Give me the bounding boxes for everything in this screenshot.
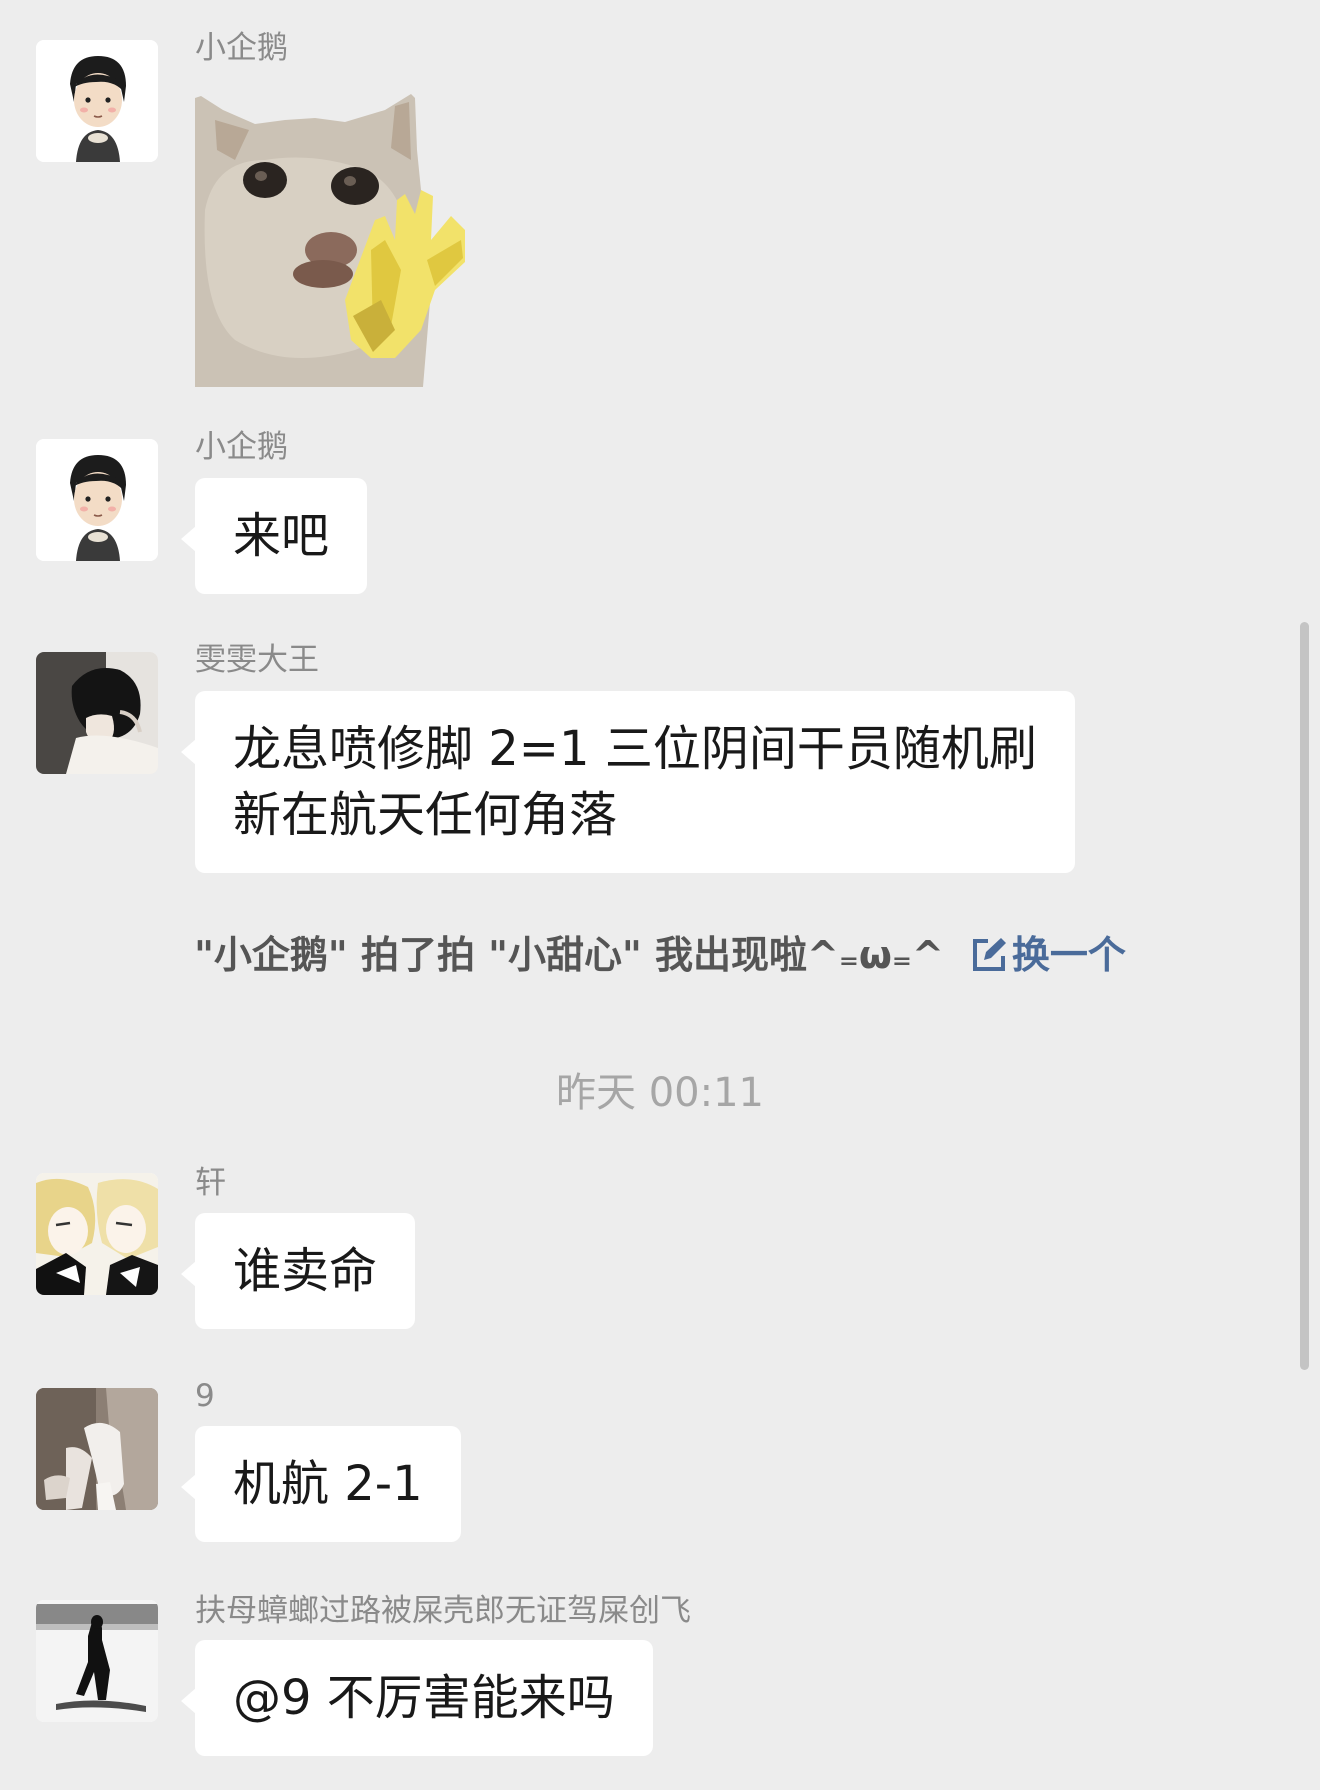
avatar-xuan[interactable] [36, 1173, 158, 1295]
message-text-line: 龙息喷修脚 2=1 三位阴间干员随机刷 [233, 721, 1037, 777]
avatar-xiaoqie-2[interactable] [36, 439, 158, 561]
message-bubble[interactable]: 来吧 [180, 478, 368, 594]
message-text: 来吧 [233, 508, 330, 564]
change-pat-button[interactable]: 换一个 [970, 933, 1126, 977]
edit-icon [970, 931, 1008, 991]
message-bubble[interactable]: 机航 2-1 [181, 1426, 461, 1542]
avatar-nine[interactable] [36, 1388, 158, 1510]
pat-notice-text: "小企鹅" 拍了拍 "小甜心" 我出现啦^₌ω₌^ [194, 933, 944, 977]
message-text-line: 新在航天任何角落 [233, 787, 618, 843]
change-pat-label: 换一个 [1011, 933, 1126, 977]
message-bubble[interactable]: @9 不厉害能来吗 [181, 1640, 653, 1756]
message-text: 谁卖命 [233, 1243, 378, 1299]
sender-name: 扶母蟑螂过路被屎壳郎无证驾屎创飞 [195, 1593, 691, 1629]
pat-notice: "小企鹅" 拍了拍 "小甜心" 我出现啦^₌ω₌^ 换一个 [0, 925, 1320, 991]
sender-name: 轩 [195, 1165, 226, 1201]
avatar-wenwen[interactable] [36, 652, 158, 774]
sender-name: 雯雯大王 [195, 642, 319, 678]
message-bubble[interactable]: 龙息喷修脚 2=1 三位阴间干员随机刷 新在航天任何角落 [181, 691, 1075, 873]
sender-name: 小企鹅 [195, 30, 288, 66]
timestamp: 昨天 00:11 [556, 1070, 764, 1116]
message-text: 机航 2-1 [233, 1456, 423, 1512]
sender-name: 小企鹅 [195, 429, 288, 465]
sender-name: 9 [195, 1378, 215, 1414]
message-bubble[interactable]: 谁卖命 [180, 1213, 416, 1329]
scrollbar[interactable] [1300, 622, 1309, 1370]
message-text: @9 不厉害能来吗 [233, 1670, 615, 1726]
avatar-xiaoqie-1[interactable] [36, 40, 158, 162]
cat-waving-yellow-hand-sticker[interactable] [195, 90, 555, 387]
avatar-silhouette[interactable] [36, 1600, 158, 1722]
